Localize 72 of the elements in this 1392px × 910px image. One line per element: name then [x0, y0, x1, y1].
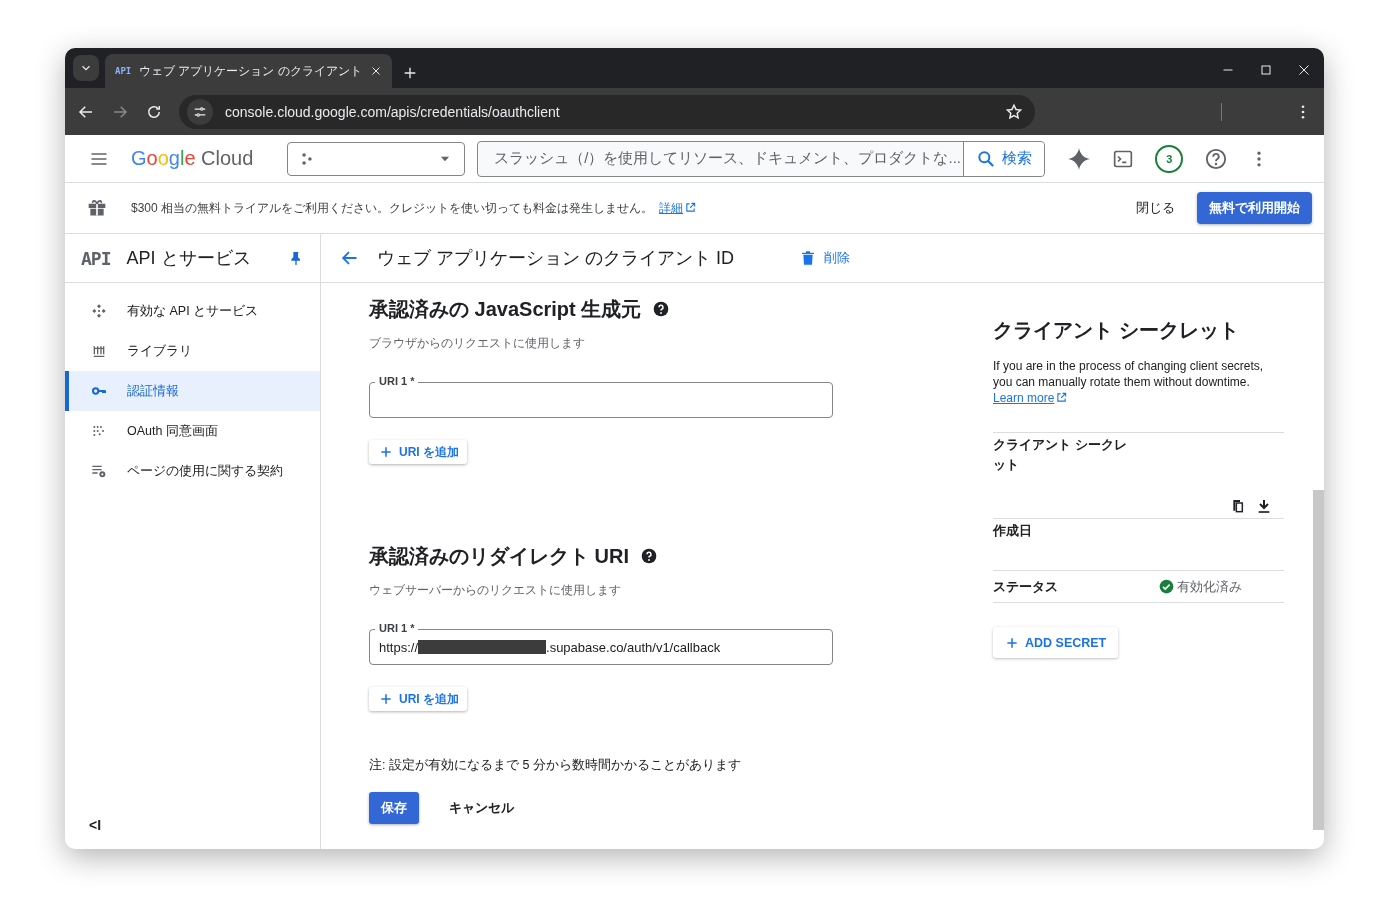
- start-free-button[interactable]: 無料で利用開始: [1197, 192, 1312, 224]
- tab-logo: API: [115, 66, 132, 76]
- help-icon[interactable]: [653, 301, 670, 317]
- external-link-icon[interactable]: [1056, 392, 1068, 403]
- status-value: 有効化済み: [1177, 577, 1242, 596]
- section-title: 承認済みのリダイレクト URI: [369, 543, 629, 569]
- close-icon[interactable]: [369, 65, 382, 77]
- sidebar-item[interactable]: OAuth 同意画面: [65, 411, 320, 451]
- notification-badge[interactable]: 3: [1155, 144, 1184, 173]
- project-picker[interactable]: [287, 141, 466, 176]
- cancel-button[interactable]: キャンセル: [443, 798, 520, 818]
- help-icon[interactable]: [1205, 147, 1228, 170]
- plus-icon: [379, 445, 393, 459]
- external-link-icon[interactable]: [685, 201, 697, 213]
- field-value: https://: [379, 639, 419, 655]
- sidebar-item[interactable]: 有効な API とサービス: [65, 291, 320, 331]
- add-uri-button[interactable]: URI を追加: [369, 687, 467, 711]
- section-title: 承認済みの JavaScript 生成元: [369, 296, 642, 322]
- diamond-dots-icon: [91, 303, 107, 319]
- uri-input-field[interactable]: URI 1 *: [369, 374, 833, 418]
- field-label: URI 1 *: [375, 621, 419, 635]
- gift-icon: [87, 198, 107, 218]
- browser-tab[interactable]: API ウェブ アプリケーション のクライアント: [105, 54, 392, 88]
- sidebar-item[interactable]: 認証情報: [65, 371, 320, 411]
- panel-description: If you are in the process of changing client secrets, you can manually rotate them without downtime. Learn more: [993, 358, 1265, 406]
- dismiss-button[interactable]: 閉じる: [1130, 193, 1181, 223]
- sidebar-title: API とサービス: [126, 247, 252, 270]
- section-description: ブラウザからのリクエストに使用します: [369, 335, 586, 352]
- uri-input-field[interactable]: URI 1 * https:// .supabase.co/auth/v1/callback: [369, 621, 833, 665]
- scrollbar-thumb[interactable]: [1313, 490, 1324, 830]
- library-icon: [91, 343, 107, 359]
- address-bar[interactable]: console.cloud.google.com/apis/credentials/oauthclient: [179, 94, 1035, 129]
- dot-grid-icon: [91, 423, 107, 439]
- trash-icon: [800, 249, 816, 267]
- tab-title: ウェブ アプリケーション のクライアント: [139, 63, 362, 79]
- plus-icon: [379, 692, 393, 706]
- add-uri-button[interactable]: URI を追加: [369, 440, 467, 464]
- copy-icon[interactable]: [1230, 498, 1246, 514]
- product-logo[interactable]: Google Cloud: [131, 147, 254, 170]
- section-description: ウェブサーバーからのリクエストに使用します: [369, 582, 622, 599]
- maximize-icon[interactable]: [1260, 64, 1272, 76]
- delete-button[interactable]: 削除: [796, 245, 854, 271]
- check-circle-icon: [1159, 579, 1174, 594]
- bookmark-star-icon[interactable]: [1005, 102, 1023, 121]
- close-icon[interactable]: [1298, 64, 1310, 76]
- list-gear-icon: [91, 463, 107, 479]
- details-link[interactable]: 詳細: [659, 200, 684, 215]
- collapse-sidebar-button[interactable]: <I: [89, 817, 102, 833]
- learn-more-link[interactable]: Learn more: [993, 391, 1055, 405]
- help-icon[interactable]: [641, 548, 657, 564]
- page-title: ウェブ アプリケーション のクライアント ID: [377, 247, 734, 270]
- search-field[interactable]: スラッシュ（/）を使用してリソース、ドキュメント、プロダクトな... 検索: [477, 140, 1046, 177]
- row-label: 作成日: [993, 522, 1033, 540]
- search-icon: [976, 148, 997, 169]
- sidebar-item[interactable]: ページの使用に関する契約: [65, 451, 320, 491]
- terminal-icon[interactable]: [1113, 148, 1134, 169]
- add-secret-button[interactable]: ADD SECRET: [993, 627, 1119, 658]
- row-label: ステータス: [993, 577, 1059, 596]
- plus-icon: [1005, 635, 1019, 650]
- panel-title: クライアント シークレット: [993, 318, 1240, 343]
- trial-message: $300 相当の無料トライアルをご利用ください。クレジットを使い切っても料金は発生しません。 詳細: [131, 199, 1130, 217]
- site-settings-icon: [193, 104, 207, 119]
- note-text: 注: 設定が有効になるまで 5 分から数時間かかることがあります: [369, 757, 742, 774]
- search-button[interactable]: 検索: [963, 141, 1045, 176]
- save-button[interactable]: 保存: [369, 792, 419, 824]
- url-text: console.cloud.google.com/apis/credentials/oauthclient: [225, 103, 561, 120]
- api-logo: API: [81, 247, 111, 269]
- sidebar-item[interactable]: ライブラリ: [65, 331, 320, 371]
- field-value: .supabase.co/auth/v1/callback: [546, 639, 721, 655]
- row-label: クライアント シークレット: [993, 436, 1128, 474]
- field-label: URI 1 *: [375, 374, 419, 388]
- download-icon[interactable]: [1256, 498, 1272, 514]
